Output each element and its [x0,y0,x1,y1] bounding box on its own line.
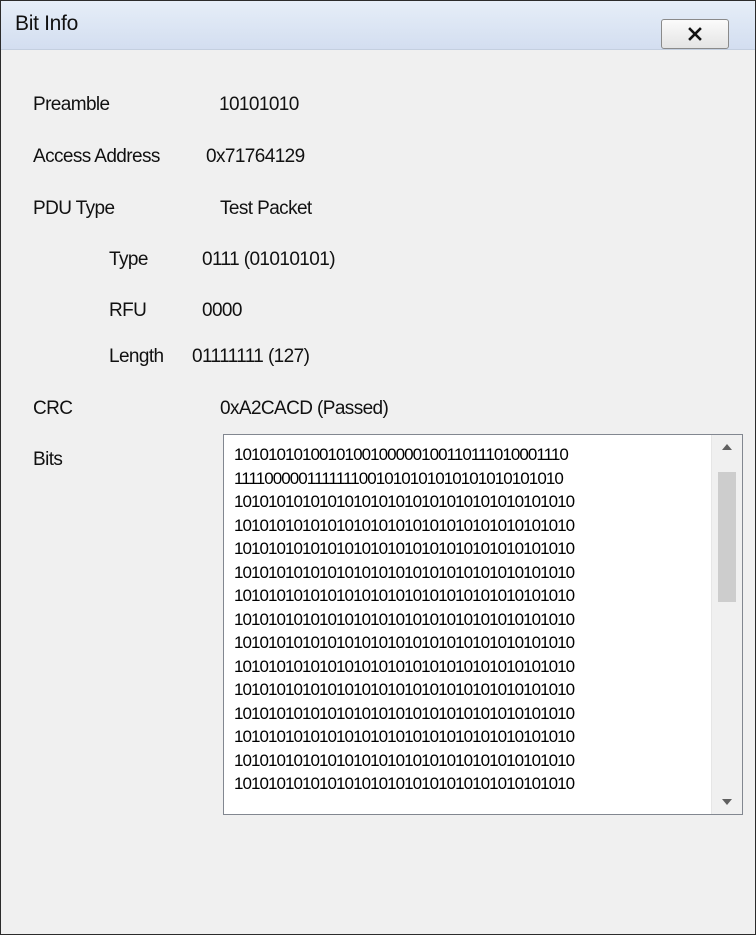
type-value: 0111 (01010101) [202,249,336,270]
length-label: Length [109,346,164,367]
window-title: Bit Info [15,12,78,35]
preamble-label: Preamble [33,94,110,115]
bits-text: 1010101010010100100000100110111010001110… [234,443,575,796]
close-icon [688,27,702,41]
bits-textarea[interactable]: 1010101010010100100000100110111010001110… [223,434,743,815]
bits-line: 1111000001111111001010101010101010101010 [234,468,564,488]
bits-line: 1010101010101010101010101010101010101010 [234,586,575,605]
vertical-scrollbar[interactable] [711,435,742,814]
bits-line: 1010101010101010101010101010101010101010 [234,609,575,629]
bits-label: Bits [33,449,63,470]
type-label: Type [109,249,148,270]
bits-line: 1010101010101010101010101010101010101010 [234,656,575,676]
pdu-type-label: PDU Type [33,198,115,219]
bits-line: 1010101010101010101010101010101010101010 [234,515,575,535]
bits-line: 1010101010010100100000100110111010001110 [234,445,569,464]
access-address-label: Access Address [33,146,160,167]
scroll-down-arrow-icon [722,799,732,805]
bits-line: 1010101010101010101010101010101010101010 [234,680,575,699]
access-address-value: 0x71764129 [206,146,305,167]
scroll-up-button[interactable] [712,435,742,459]
bit-info-window: Bit Info Preamble 10101010 Access Addres… [0,0,756,935]
rfu-label: RFU [109,300,147,321]
scroll-up-arrow-icon [722,444,732,450]
scroll-down-button[interactable] [712,790,742,814]
scrollbar-thumb[interactable] [718,472,736,602]
bits-line: 1010101010101010101010101010101010101010 [234,539,575,558]
title-bar[interactable]: Bit Info [1,1,755,50]
bits-line: 1010101010101010101010101010101010101010 [234,727,575,746]
bits-line: 1010101010101010101010101010101010101010 [234,750,575,770]
bits-line: 1010101010101010101010101010101010101010 [234,562,575,582]
preamble-value: 10101010 [219,94,299,115]
crc-label: CRC [33,398,73,419]
length-value: 01111111 (127) [192,346,310,367]
bits-line: 1010101010101010101010101010101010101010 [234,492,575,511]
bits-line: 1010101010101010101010101010101010101010 [234,703,575,723]
bits-line: 1010101010101010101010101010101010101010 [234,633,575,652]
crc-value: 0xA2CACD (Passed) [220,398,389,419]
close-button[interactable] [661,19,729,49]
pdu-type-value: Test Packet [220,198,312,219]
bits-line: 1010101010101010101010101010101010101010 [234,774,575,793]
rfu-value: 0000 [202,300,242,321]
